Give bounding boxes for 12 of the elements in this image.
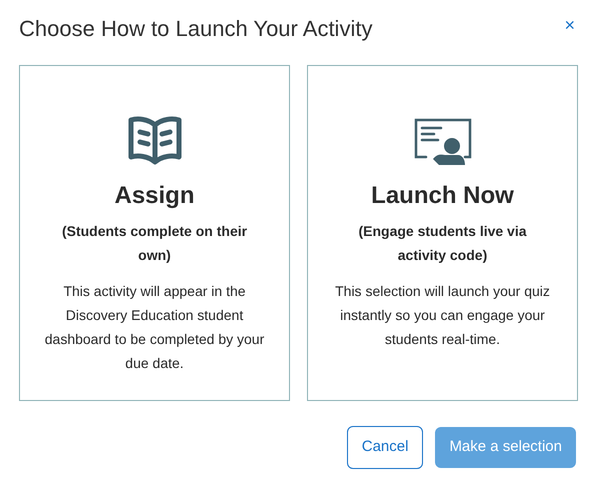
option-title: Assign [114,181,194,211]
dialog-title: Choose How to Launch Your Activity [19,15,372,43]
option-subtitle: (Engage students live via activity code) [357,222,528,265]
option-subtitle: (Students complete on their own) [60,222,248,265]
cancel-button[interactable]: Cancel [346,426,424,469]
book-icon [126,115,184,167]
option-card[interactable]: Assign (Students complete on their own) This activity will appear in the Discovery Education student dashboard to be completed by your due date. [19,65,290,401]
option-title: Launch Now [371,181,514,211]
option-description: This selection will launch your quiz instantly so you can engage your students real-time. [334,282,551,349]
close-button[interactable]: × [564,14,575,36]
option-description: This activity will appear in the Discovery Education student dashboard to be completed by your due date. [44,282,266,373]
option-card[interactable]: Launch Now (Engage students live via activity code) This selection will launch your quiz instantly so you can engage your students real-time. [307,65,578,401]
